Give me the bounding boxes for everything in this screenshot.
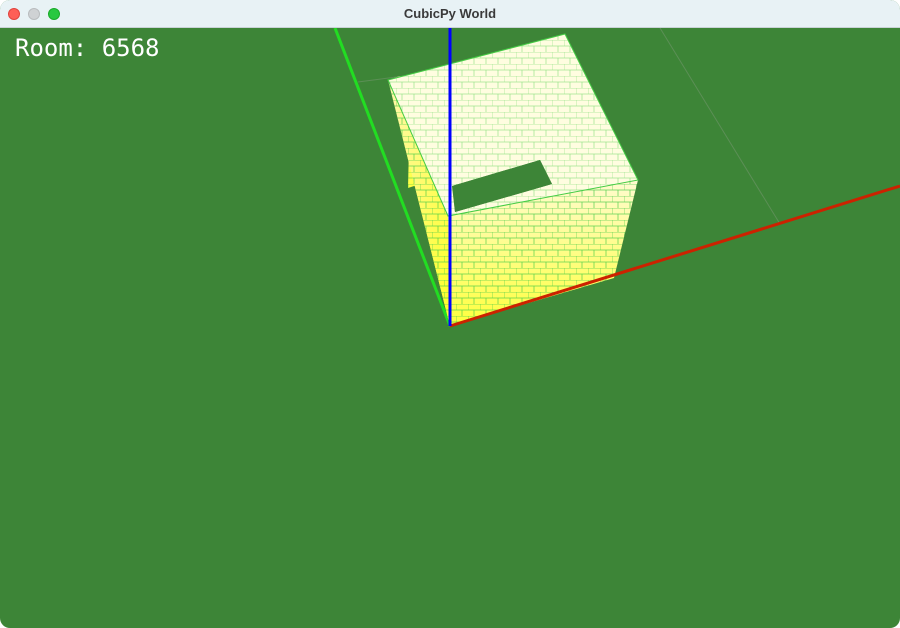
scene-canvas[interactable] xyxy=(0,28,900,628)
room-label: Room: 6568 xyxy=(15,34,160,62)
window-title: CubicPy World xyxy=(403,6,497,21)
title-bar: CubicPy World xyxy=(0,0,900,28)
3d-viewport[interactable]: Room: 6568 xyxy=(0,28,900,628)
app-window: CubicPy World Room: 6568 xyxy=(0,0,900,628)
